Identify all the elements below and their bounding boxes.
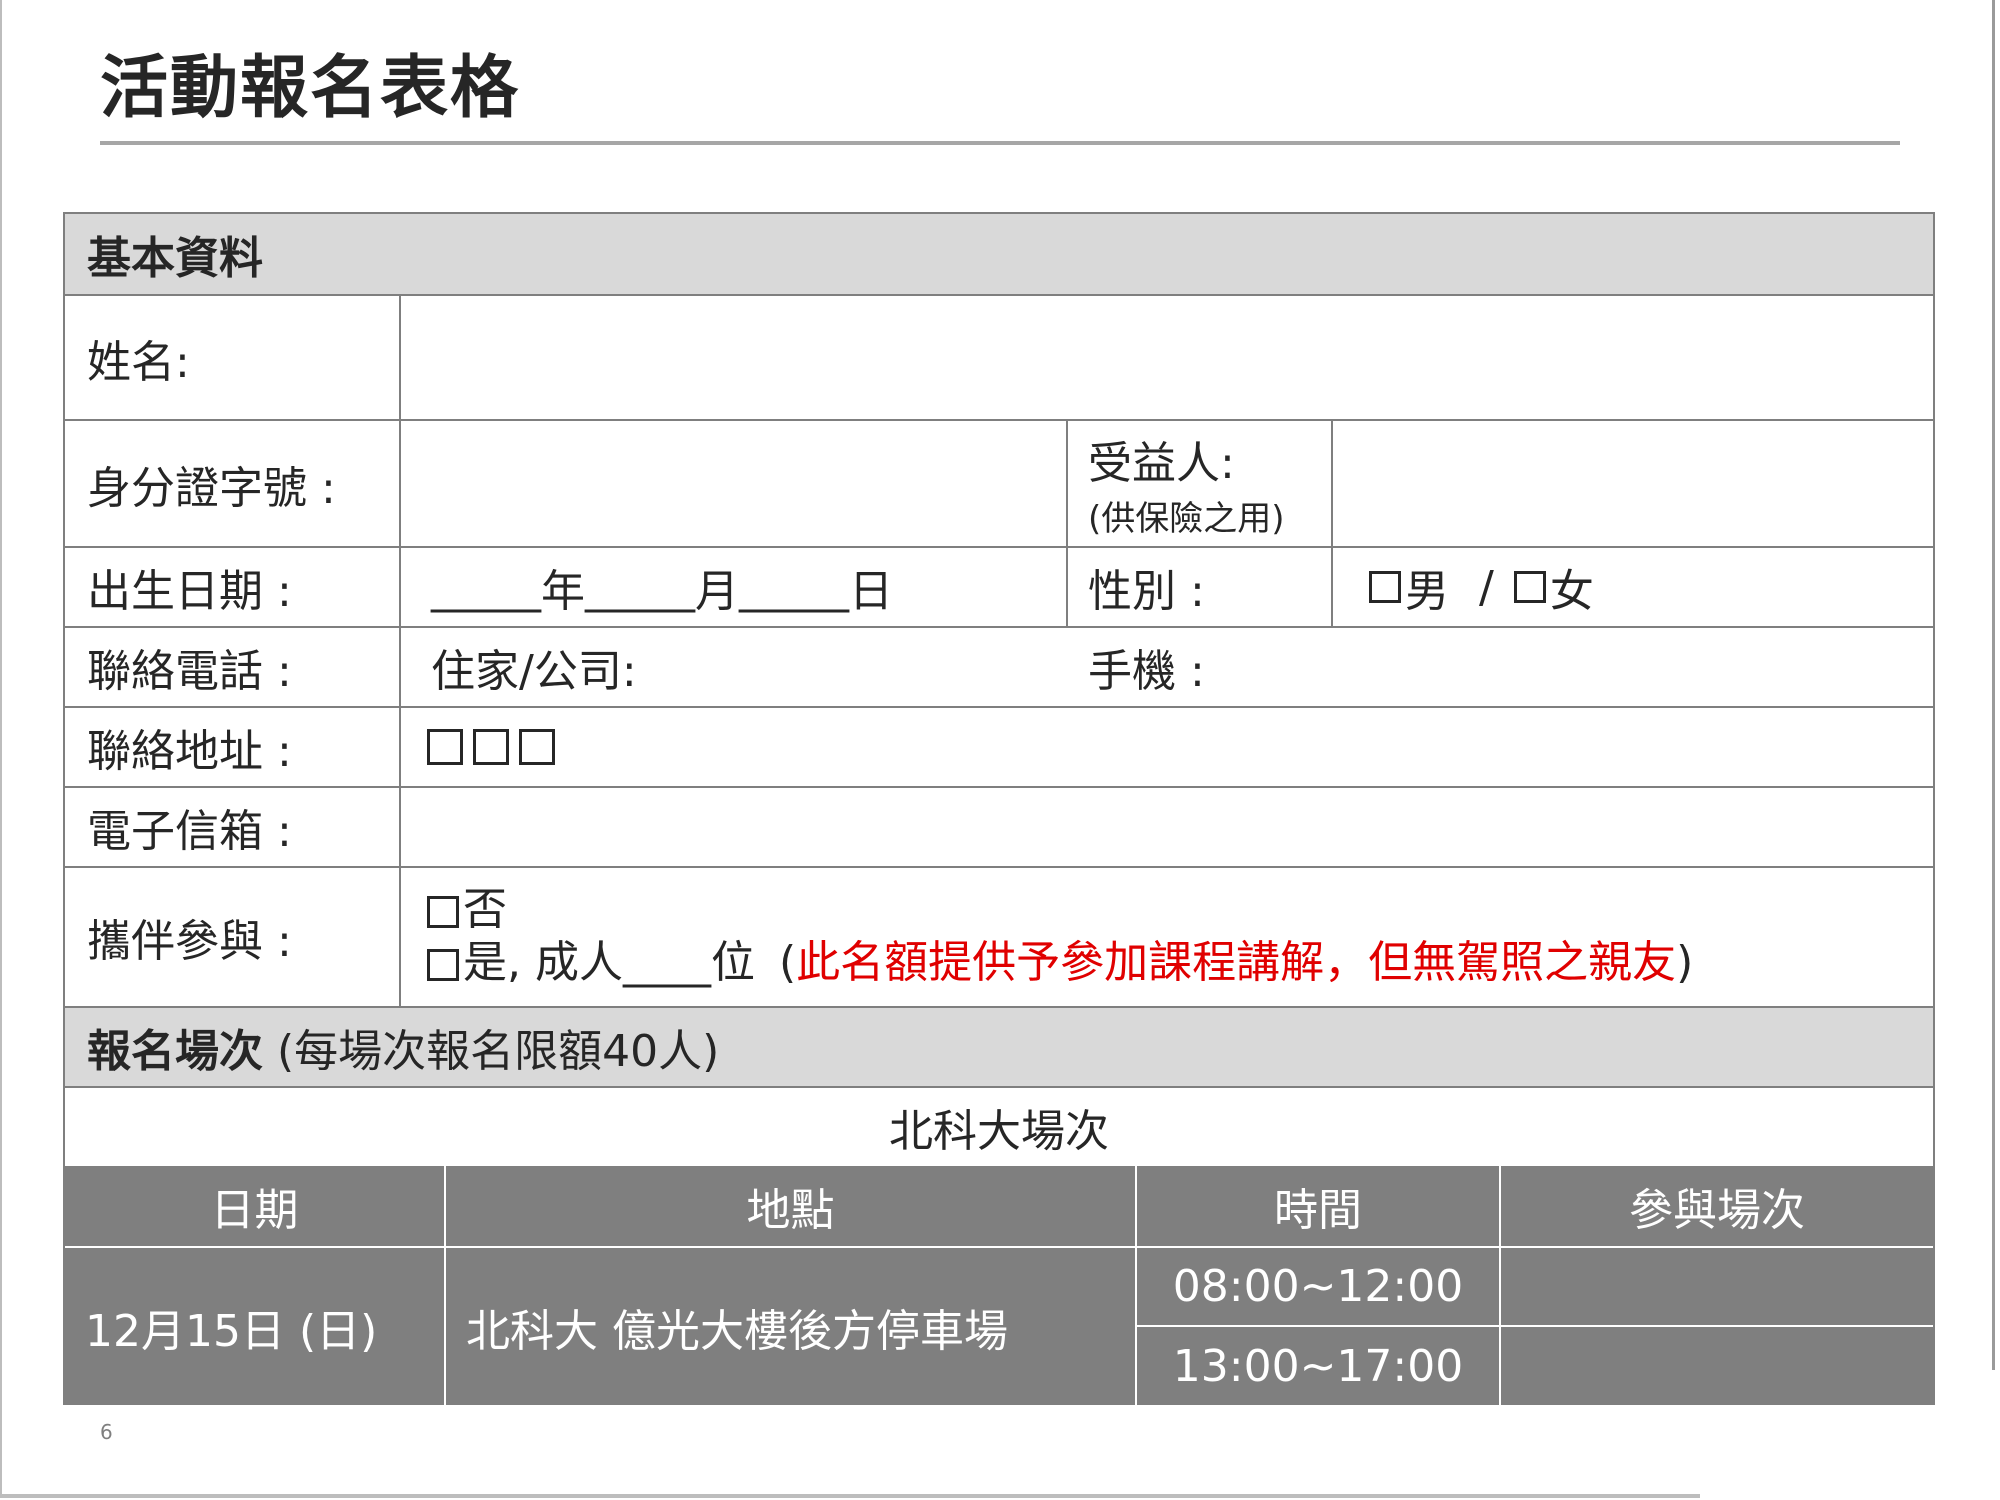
gender-female-label: 女: [1549, 566, 1594, 617]
participation-morning-input[interactable]: [1501, 1248, 1933, 1325]
session-time-morning: 08:00~12:00: [1172, 1261, 1464, 1312]
companion-no-checkbox[interactable]: [427, 896, 459, 929]
birth-label: 出生日期 :: [87, 566, 292, 617]
registration-form-table: 基本資料 姓名: 身分證字號 : 受益人: (供保險之用) 出生日期 : ___…: [63, 212, 1935, 1405]
id-label-cell: 身分證字號 :: [65, 421, 399, 546]
email-input[interactable]: [401, 788, 1933, 866]
session-time-afternoon-cell: 13:00~17:00: [1137, 1327, 1499, 1405]
phone-label: 聯絡電話 :: [87, 646, 292, 697]
beneficiary-label-cell: 受益人: (供保險之用): [1068, 421, 1331, 546]
participation-afternoon-input[interactable]: [1501, 1327, 1933, 1405]
address-label-cell: 聯絡地址 :: [65, 708, 399, 786]
section-header-session: 報名場次 (每場次報名限額40人): [65, 1008, 1933, 1086]
venue-title-cell: 北科大場次: [65, 1088, 1933, 1166]
companion-yes-checkbox[interactable]: [427, 949, 459, 981]
birth-label-cell: 出生日期 :: [65, 548, 399, 626]
session-time-morning-cell: 08:00~12:00: [1137, 1248, 1499, 1325]
beneficiary-label: 受益人:: [1088, 438, 1235, 489]
name-label: 姓名:: [87, 336, 190, 388]
companion-label-cell: 攜伴參與 :: [65, 868, 399, 1006]
section-basic-label: 基本資料: [87, 233, 263, 284]
postal-code-box-2[interactable]: [473, 729, 509, 765]
birth-day-blank: _____: [739, 561, 849, 613]
section-session-note: (每場次報名限額40人): [277, 1026, 720, 1077]
page-edge-bottom: [0, 1494, 1700, 1498]
companion-note: 此名額提供予參加課程講解，但無駕照之親友: [796, 937, 1677, 988]
companion-note-open: (: [778, 937, 797, 988]
home-phone-input[interactable]: 住家/公司:: [401, 628, 1068, 706]
session-date-cell: 12月15日 (日): [65, 1248, 444, 1405]
session-location-cell: 北科大 億光大樓後方停車場: [446, 1248, 1135, 1405]
name-input[interactable]: [401, 296, 1933, 419]
page-number: 6: [100, 1420, 113, 1444]
session-date: 12月15日 (日): [85, 1305, 378, 1357]
gender-options: 男 / 女: [1333, 548, 1933, 626]
mobile-phone-label: 手機 :: [1088, 646, 1205, 697]
header-time: 時間: [1137, 1166, 1499, 1246]
phone-label-cell: 聯絡電話 :: [65, 628, 399, 706]
email-label-cell: 電子信箱 :: [65, 788, 399, 866]
birth-date-input[interactable]: _____ 年 _____ 月 _____ 日: [401, 548, 1066, 626]
page-edge-right: [1992, 0, 1995, 1370]
companion-count-blank[interactable]: ____: [623, 937, 711, 988]
mobile-phone-input[interactable]: 手機 :: [1068, 628, 1933, 706]
gender-male-label: 男: [1405, 566, 1449, 617]
email-label: 電子信箱 :: [87, 806, 292, 857]
header-participation-label: 參與場次: [1629, 1185, 1805, 1236]
header-location-label: 地點: [746, 1185, 835, 1236]
address-input[interactable]: [401, 708, 1933, 786]
birth-month-unit: 月: [695, 566, 739, 617]
birth-day-unit: 日: [849, 566, 893, 617]
header-date-label: 日期: [210, 1185, 299, 1236]
header-date: 日期: [65, 1166, 444, 1246]
companion-no-label: 否: [463, 884, 507, 936]
section-header-basic: 基本資料: [65, 214, 1933, 294]
birth-month-blank: _____: [585, 561, 695, 613]
name-label-cell: 姓名:: [65, 296, 399, 419]
birth-year-unit: 年: [541, 566, 585, 617]
venue-title: 北科大場次: [889, 1106, 1109, 1157]
companion-yes-label: 是, 成人: [463, 937, 623, 988]
companion-unit: 位: [710, 937, 755, 988]
companion-no-row: 否: [427, 884, 507, 937]
header-time-label: 時間: [1274, 1185, 1362, 1236]
id-label: 身分證字號 :: [87, 462, 336, 514]
gender-female-checkbox[interactable]: [1513, 571, 1546, 603]
session-time-afternoon: 13:00~17:00: [1172, 1340, 1464, 1392]
gender-label: 性別 :: [1088, 566, 1205, 617]
header-participation: 參與場次: [1501, 1166, 1933, 1246]
gender-label-cell: 性別 :: [1068, 548, 1331, 626]
beneficiary-note: (供保險之用): [1088, 499, 1285, 539]
companion-options: 否 是, 成人____位 (此名額提供予參加課程講解，但無駕照之親友): [401, 868, 1933, 1006]
address-label: 聯絡地址 :: [87, 726, 292, 777]
header-location: 地點: [446, 1166, 1135, 1246]
postal-code-box-1[interactable]: [427, 729, 463, 765]
id-number-input[interactable]: [401, 421, 1066, 546]
gender-separator: /: [1479, 561, 1494, 613]
page-title: 活動報名表格: [100, 49, 521, 128]
postal-code-box-3[interactable]: [519, 729, 555, 765]
companion-note-close: ): [1676, 937, 1694, 988]
companion-yes-row: 是, 成人____位 (此名額提供予參加課程講解，但無駕照之親友): [427, 937, 1693, 990]
section-session-label: 報名場次: [87, 1026, 263, 1077]
home-phone-label: 住家/公司:: [431, 646, 637, 697]
gender-male-checkbox[interactable]: [1369, 571, 1401, 603]
companion-label: 攜伴參與 :: [87, 916, 292, 967]
title-underline: [100, 141, 1900, 145]
beneficiary-input[interactable]: [1333, 421, 1933, 546]
session-location: 北科大 億光大樓後方停車場: [466, 1305, 1008, 1357]
birth-year-blank: _____: [431, 561, 541, 613]
